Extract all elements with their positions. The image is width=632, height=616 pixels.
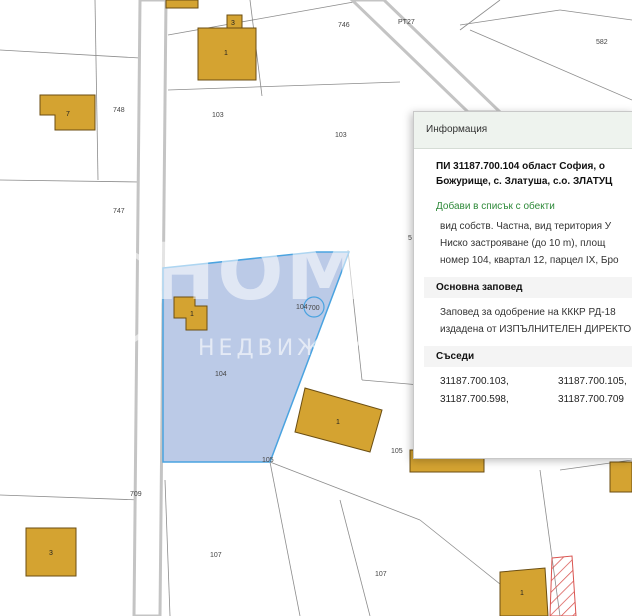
- section-main-order: Основна заповед: [424, 277, 632, 298]
- building-label: 1: [520, 590, 524, 597]
- parcel-title-line1: ПИ 31187.700.104 област София, о: [436, 161, 606, 172]
- section-neighbors: Съседи: [424, 346, 632, 367]
- parcel-label: 748: [113, 107, 125, 114]
- neighbor-link[interactable]: 31187.700.103,: [440, 373, 558, 391]
- parcel-label: 5: [408, 235, 412, 242]
- parcel-title: ПИ 31187.700.104 област София, о Божурищ…: [414, 149, 632, 189]
- parcel-label: 103: [212, 112, 224, 119]
- building-label: 1: [336, 419, 340, 426]
- neighbors-list: 31187.700.103, 31187.700.105, 31187.700.…: [414, 367, 632, 409]
- neighbor-link[interactable]: 31187.700.709: [558, 391, 632, 409]
- info-panel-header: Информация: [414, 112, 632, 149]
- description-line: номер 104, квартал 12, парцел IX, Бро: [440, 255, 619, 266]
- main-order-text: Заповед за одобрение на КККР РД-18 издад…: [414, 298, 632, 338]
- parcel-label: 107: [375, 571, 387, 578]
- parcel-label: 107: [210, 552, 222, 559]
- description-line: вид собств. Частна, вид територия У: [440, 221, 612, 232]
- parcel-label: PT27: [398, 19, 415, 26]
- building-label: 3: [231, 20, 235, 27]
- parcel-label: 104: [296, 304, 308, 311]
- order-line: издадена от ИЗПЪЛНИТЕЛЕН ДИРЕКТО: [440, 324, 632, 335]
- building-label: 1: [224, 50, 228, 57]
- building-label: 7: [66, 111, 70, 118]
- building-label: 3: [49, 550, 53, 557]
- parcel-description: вид собств. Частна, вид територия У Ниск…: [414, 212, 632, 269]
- parcel-label: 103: [335, 132, 347, 139]
- parcel-label: 105: [391, 448, 403, 455]
- parcel-marker-label: 700: [308, 305, 320, 312]
- hatched-parcel: [549, 555, 577, 616]
- neighbor-link[interactable]: 31187.700.598,: [440, 391, 558, 409]
- building-3: [165, 0, 199, 9]
- parcel-label: 746: [338, 22, 350, 29]
- parcel-label: 104: [215, 371, 227, 378]
- parcel-label: 105: [262, 457, 274, 464]
- description-line: Ниско застрояване (до 10 m), площ: [440, 238, 606, 249]
- parcel-label: 709: [130, 491, 142, 498]
- neighbor-link[interactable]: 31187.700.105,: [558, 373, 632, 391]
- parcel-label: 582: [596, 39, 608, 46]
- info-panel: Информация ПИ 31187.700.104 област София…: [413, 111, 632, 459]
- building-label: 1: [190, 311, 194, 318]
- building-10: [609, 461, 632, 493]
- order-line: Заповед за одобрение на КККР РД-18: [440, 307, 616, 318]
- parcel-title-line2: Божурище, с. Златуша, с.о. ЗЛАТУЦ: [436, 176, 613, 187]
- building-9: [499, 567, 549, 616]
- add-to-list-link[interactable]: Добави в списък с обекти: [414, 189, 632, 212]
- parcel-label: 747: [113, 208, 125, 215]
